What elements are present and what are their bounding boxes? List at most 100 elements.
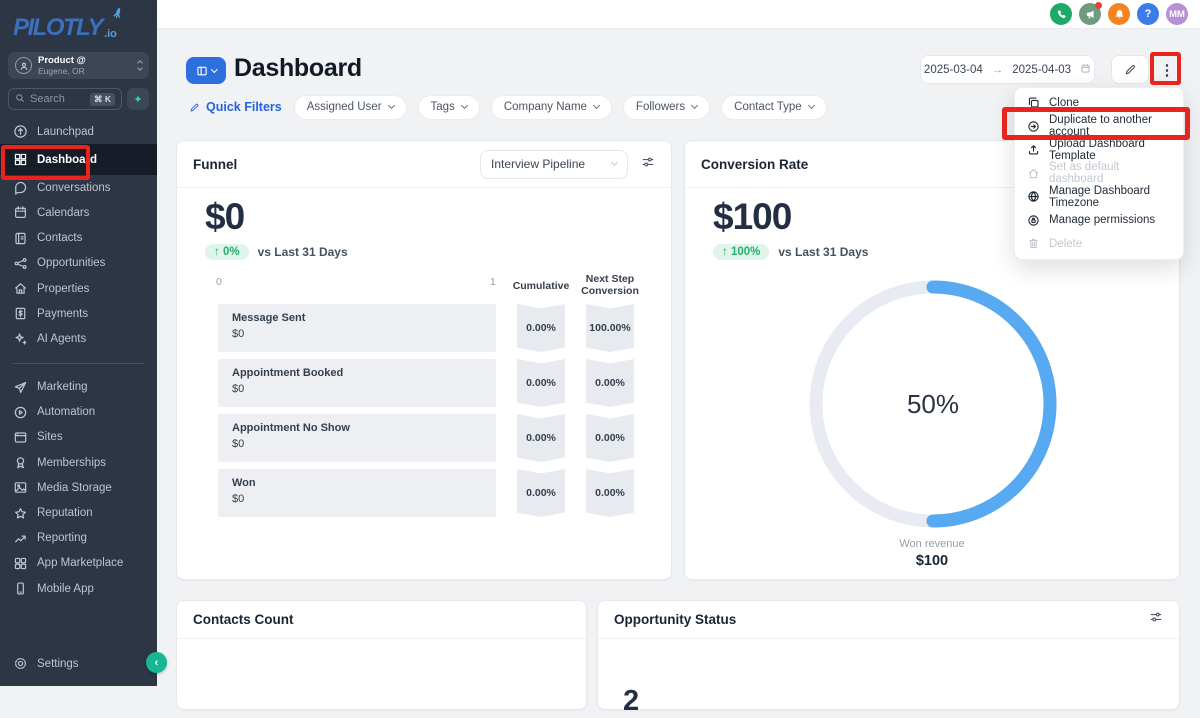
conversion-vs-label: vs Last 31 Days	[778, 245, 868, 259]
menu-item-clone[interactable]: Clone	[1015, 91, 1183, 115]
dashboard-options-button[interactable]: ⋮	[1156, 56, 1178, 83]
sidebar-collapse-button[interactable]: ‹	[146, 652, 167, 673]
filter-label: Contact Type	[734, 101, 802, 113]
sidebar-item-properties[interactable]: Properties	[0, 276, 157, 301]
user-avatar[interactable]: MM	[1166, 3, 1188, 25]
sidebar-item-sites[interactable]: Sites	[0, 425, 157, 450]
account-name: Product @	[38, 55, 86, 66]
account-avatar-icon	[15, 57, 32, 74]
sidebar-item-mobile-app[interactable]: Mobile App	[0, 576, 157, 601]
notifications-button[interactable]	[1108, 3, 1130, 25]
chevron-down-icon	[808, 102, 815, 109]
sidebar-item-marketing[interactable]: Marketing	[0, 375, 157, 400]
sidebar-item-launchpad[interactable]: Launchpad	[0, 119, 157, 144]
stage-value: $0	[232, 383, 496, 395]
app-logo: PILOTLY.io	[0, 0, 157, 46]
menu-item-upload-dashboard-template[interactable]: Upload Dashboard Template	[1015, 138, 1183, 162]
opportunity-card-title: Opportunity Status	[614, 612, 736, 627]
stage-value: $0	[232, 493, 496, 505]
stage-label: Won	[232, 477, 496, 489]
ai-assistant-button[interactable]: ✦	[127, 88, 149, 110]
widget-settings-icon[interactable]	[1149, 610, 1163, 629]
filter-contact-type[interactable]: Contact Type	[722, 96, 826, 119]
sidebar-item-opportunities[interactable]: Opportunities	[0, 251, 157, 276]
address-book-icon	[13, 231, 28, 246]
menu-item-label: Duplicate to another account	[1049, 114, 1171, 138]
dashboard-icon	[13, 152, 28, 167]
filter-company-name[interactable]: Company Name	[492, 96, 611, 119]
mobile-phone-icon	[13, 581, 28, 596]
sidebar-item-dashboard[interactable]: Dashboard	[0, 144, 157, 175]
sidebar-item-label: Calendars	[37, 207, 89, 219]
arrow-right-icon: →	[992, 64, 1004, 76]
cumulative-value: 0.00%	[517, 304, 565, 352]
filter-tags[interactable]: Tags	[419, 96, 479, 119]
sidebar-item-app-marketplace[interactable]: App Marketplace	[0, 551, 157, 576]
rocket-icon	[107, 4, 126, 26]
dashboard-options-menu: Clone Duplicate to another account Uploa…	[1014, 87, 1184, 260]
filter-assigned-user[interactable]: Assigned User	[295, 96, 406, 119]
sidebar-item-label: Payments	[37, 308, 88, 320]
search-shortcut: ⌘ K	[90, 93, 115, 106]
next-step-value: 0.00%	[586, 469, 634, 517]
sidebar-item-conversations[interactable]: Conversations	[0, 175, 157, 200]
chevron-down-icon	[593, 102, 600, 109]
quick-filters-button[interactable]: Quick Filters	[189, 100, 282, 114]
date-start: 2025-03-04	[924, 64, 983, 76]
chevron-down-icon	[691, 102, 698, 109]
sidebar-item-reporting[interactable]: Reporting	[0, 526, 157, 551]
sidebar-divider	[13, 363, 144, 364]
sidebar-item-label: Conversations	[37, 182, 111, 194]
gear-icon	[13, 656, 28, 671]
pencil-icon	[189, 102, 200, 113]
sidebar-item-label: Opportunities	[37, 257, 105, 269]
sidebar-item-payments[interactable]: Payments	[0, 301, 157, 326]
chevron-left-icon: ‹	[155, 657, 159, 669]
edit-dashboard-button[interactable]	[1111, 55, 1149, 84]
sidebar-item-automation[interactable]: Automation	[0, 400, 157, 425]
sidebar-item-contacts[interactable]: Contacts	[0, 226, 157, 251]
phone-button[interactable]	[1050, 3, 1072, 25]
widget-settings-icon[interactable]	[641, 155, 655, 174]
sidebar-nav: Launchpad Dashboard Conversations Calend…	[0, 119, 157, 601]
help-label: ?	[1145, 8, 1152, 20]
search-input[interactable]: Search ⌘ K	[8, 88, 122, 110]
menu-item-duplicate-to-another-account[interactable]: Duplicate to another account	[1015, 115, 1183, 139]
play-circle-icon	[13, 405, 28, 420]
pipeline-select[interactable]: Interview Pipeline	[480, 150, 628, 179]
menu-item-manage-permissions[interactable]: Manage permissions	[1015, 209, 1183, 233]
sidebar-item-reputation[interactable]: Reputation	[0, 500, 157, 525]
sidebar-item-calendars[interactable]: Calendars	[0, 200, 157, 225]
date-end: 2025-04-03	[1012, 64, 1071, 76]
funnel-vs-label: vs Last 31 Days	[258, 245, 348, 259]
funnel-delta-badge: ↑ 0%	[205, 244, 249, 260]
menu-item-label: Upload Dashboard Template	[1049, 138, 1171, 162]
funnel-stage-row: Appointment No Show $0	[218, 414, 496, 462]
sidebar-item-media-storage[interactable]: Media Storage	[0, 475, 157, 500]
filter-followers[interactable]: Followers	[624, 96, 709, 119]
sidebar-item-label: Reputation	[37, 507, 93, 519]
menu-item-label: Manage Dashboard Timezone	[1049, 185, 1171, 209]
filter-label: Company Name	[504, 101, 587, 113]
sidebar-item-label: Settings	[37, 658, 79, 670]
menu-item-set-as-default-dashboard[interactable]: Set as default dashboard	[1015, 162, 1183, 186]
sidebar-item-label: Sites	[37, 431, 63, 443]
help-button[interactable]: ?	[1137, 3, 1159, 25]
announcements-button[interactable]	[1079, 3, 1101, 25]
sparkle-icon: ✦	[133, 93, 142, 106]
dashboard-switcher-button[interactable]	[186, 57, 226, 84]
browser-window-icon	[13, 430, 28, 445]
paper-plane-icon	[13, 380, 28, 395]
sidebar-item-memberships[interactable]: Memberships	[0, 450, 157, 475]
account-switcher[interactable]: Product @ Eugene, OR	[8, 52, 149, 79]
sidebar-item-ai-agents[interactable]: AI Agents	[0, 326, 157, 351]
opportunity-status-card: Opportunity Status 2	[597, 600, 1180, 710]
donut-percent-label: 50%	[803, 274, 1063, 534]
funnel-total-value: $0	[205, 196, 244, 238]
menu-item-manage-dashboard-timezone[interactable]: Manage Dashboard Timezone	[1015, 185, 1183, 209]
date-range-picker[interactable]: 2025-03-04 → 2025-04-03	[920, 55, 1095, 84]
sidebar-item-settings[interactable]: Settings	[0, 651, 157, 676]
home-icon	[1027, 167, 1040, 180]
menu-item-delete[interactable]: Delete	[1015, 232, 1183, 256]
pipeline-select-value: Interview Pipeline	[491, 157, 585, 171]
